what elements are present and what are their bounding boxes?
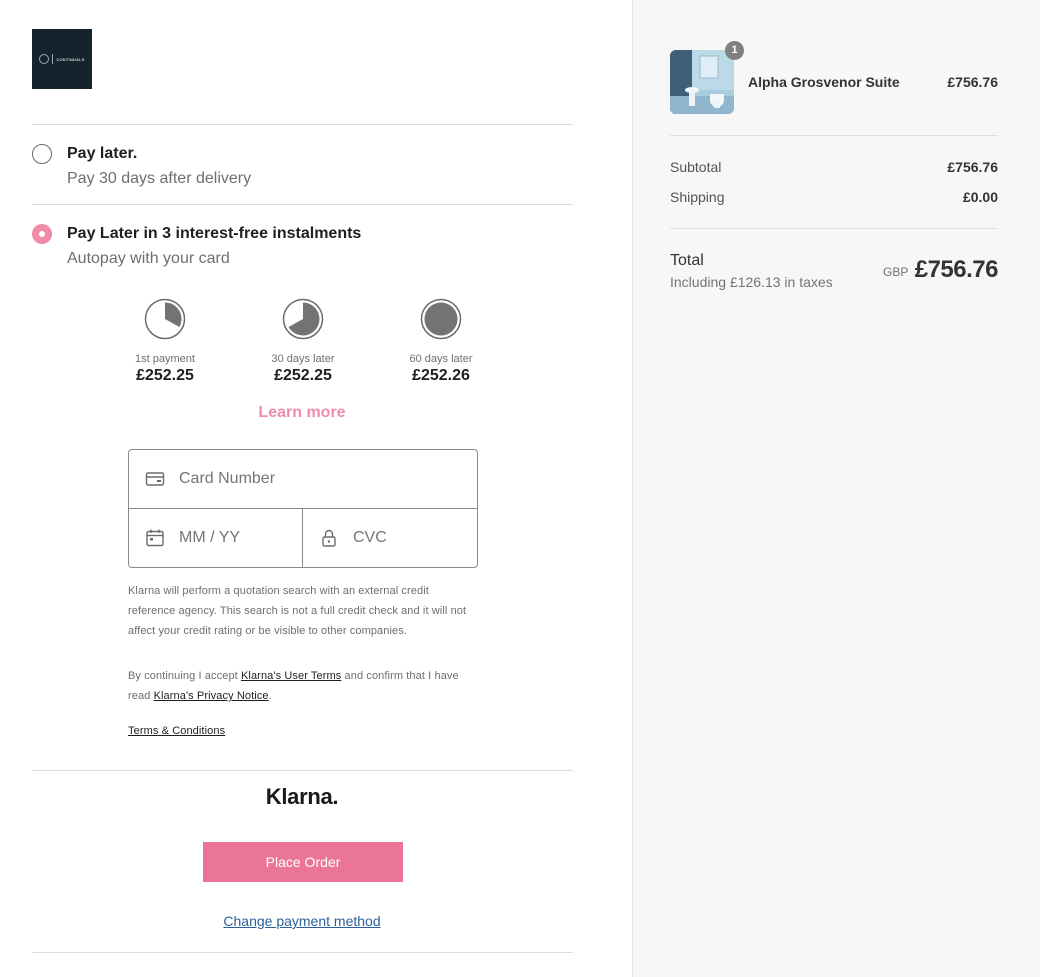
divider [32,124,573,125]
product-price: £756.76 [947,74,998,90]
instalment-label: 60 days later [409,353,473,365]
accept-suffix: . [268,690,272,702]
terms-wrap: Terms & Conditions [128,721,478,741]
accept-terms-notice: By continuing I accept Klarna's User Ter… [128,666,478,706]
taxes-note: Including £126.13 in taxes [670,274,833,290]
pay-in-3-subtitle: Autopay with your card [67,250,230,267]
shipping-label: Shipping [670,189,725,205]
lock-icon [322,529,336,547]
credit-card-icon [145,472,165,486]
card-number-row[interactable] [129,450,477,509]
logo-text: CONTINUALS [56,56,85,62]
bathroom-image [670,50,734,114]
calendar-icon [146,529,164,547]
learn-more-link[interactable]: Learn more [202,404,402,422]
instalment-3: 60 days later £252.26 [381,298,501,385]
product-thumbnail [670,50,734,114]
store-logo[interactable]: CONTINUALS [32,29,92,89]
shipping-value: £0.00 [962,189,998,205]
cvc-input[interactable] [353,529,473,547]
change-payment-method-link[interactable]: Change payment method [182,913,422,929]
subtotal-label: Subtotal [670,159,722,175]
checkout-main: CONTINUALS Pay later. Pay 30 days after … [0,0,632,977]
subtotal-value: £756.76 [947,159,998,175]
total-amount: £756.76 [914,256,999,283]
order-summary [632,0,1040,977]
pie-progress-icon [144,298,186,340]
instalment-label: 1st payment [135,353,195,365]
divider [32,952,573,953]
pay-in-3-radio[interactable] [32,224,52,244]
quantity-badge: 1 [725,41,744,60]
currency-code: GBP [883,265,909,279]
klarna-logo: Klarna. [265,784,339,809]
instalment-label: 30 days later [271,353,335,365]
divider [32,770,573,771]
pay-later-radio[interactable] [32,144,52,164]
logo-emblem-icon [39,54,50,64]
card-form [128,449,478,568]
card-number-input[interactable] [179,470,459,488]
summary-divider [670,135,998,136]
pay-in-3-title[interactable]: Pay Later in 3 interest-free instalments [67,225,361,243]
pay-later-title[interactable]: Pay later. [67,145,137,163]
instalment-amount: £252.25 [136,367,194,384]
pay-later-subtitle: Pay 30 days after delivery [67,170,252,187]
user-terms-link[interactable]: Klarna's User Terms [241,670,341,682]
instalment-2: 30 days later £252.25 [243,298,363,385]
expiry-cell[interactable] [129,509,303,567]
instalment-amount: £252.25 [274,367,332,384]
pie-progress-icon [420,298,462,340]
terms-conditions-link[interactable]: Terms & Conditions [128,725,225,737]
cvc-cell[interactable] [303,509,477,567]
expiry-input[interactable] [179,529,299,547]
instalment-amount: £252.26 [412,367,470,384]
accept-prefix: By continuing I accept [128,670,241,682]
pie-progress-icon [282,298,324,340]
product-name: Alpha Grosvenor Suite [748,74,900,90]
total-label: Total [670,252,704,269]
summary-divider [670,228,998,229]
place-order-button[interactable]: Place Order [203,842,403,882]
logo-divider [52,54,54,64]
divider [32,204,573,205]
quotation-notice: Klarna will perform a quotation search w… [128,585,467,637]
privacy-notice-link[interactable]: Klarna's Privacy Notice [154,690,269,702]
instalment-1: 1st payment £252.25 [105,298,225,385]
